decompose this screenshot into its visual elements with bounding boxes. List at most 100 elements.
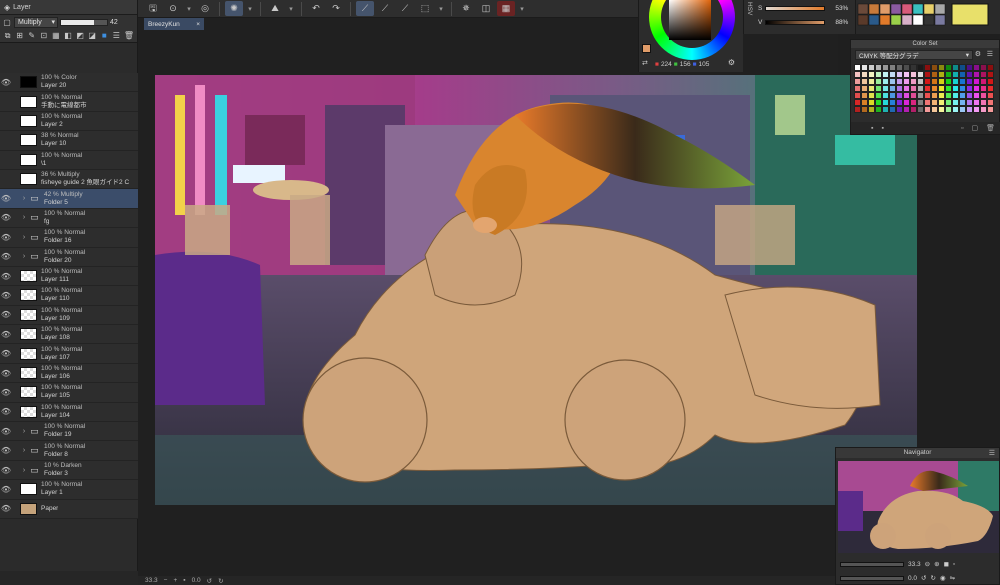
color-set-swatch[interactable] bbox=[889, 78, 896, 85]
color-set-swatch[interactable] bbox=[861, 99, 868, 106]
color-set-swatch[interactable] bbox=[973, 106, 980, 113]
color-set-swatch[interactable] bbox=[868, 64, 875, 71]
color-set-swatch[interactable] bbox=[924, 99, 931, 106]
navigator-angle-slider[interactable] bbox=[840, 575, 904, 581]
chevron-down-icon[interactable]: ▾ bbox=[286, 1, 296, 16]
color-set-swatch[interactable] bbox=[854, 99, 861, 106]
color-set-swatch[interactable] bbox=[854, 106, 861, 113]
color-set-swatch[interactable] bbox=[910, 64, 917, 71]
eye-icon[interactable]: 👁 bbox=[0, 500, 12, 518]
fill-icon[interactable]: ⛰ bbox=[266, 1, 284, 16]
layer-lock-toggle[interactable] bbox=[12, 228, 20, 246]
eye-icon[interactable]: 👁 bbox=[0, 383, 12, 401]
clip-icon[interactable]: ⧉ bbox=[3, 31, 12, 41]
visibility-toggle-icon[interactable]: ◩ bbox=[76, 31, 85, 41]
saturation-slider[interactable] bbox=[765, 5, 826, 11]
saturation-value-square[interactable] bbox=[669, 0, 711, 40]
color-set-swatch[interactable] bbox=[938, 78, 945, 85]
rotate-right-icon[interactable]: ↻ bbox=[931, 574, 936, 582]
color-set-swatch[interactable] bbox=[980, 78, 987, 85]
layer-folder-row[interactable]: 👁 › ▭ 100 % Normal Folder 20 bbox=[0, 247, 138, 267]
color-set-swatch[interactable] bbox=[987, 92, 994, 99]
navigator-zoom-value[interactable]: 33.3 bbox=[908, 561, 921, 568]
layer-row[interactable]: 👁 100 % Normal Layer 109 bbox=[0, 305, 138, 326]
save-icon[interactable]: 🖫 bbox=[144, 1, 162, 16]
color-set-select[interactable]: CMYK 等配分グラデ ▾ bbox=[855, 50, 973, 60]
color-set-swatch[interactable] bbox=[973, 71, 980, 78]
color-set-swatch[interactable] bbox=[980, 64, 987, 71]
zoom-out-icon[interactable]: ⊖ bbox=[925, 560, 930, 568]
layer-row[interactable]: 38 % Normal Layer 10 bbox=[0, 131, 138, 151]
layer-type-icon[interactable]: ▢ bbox=[2, 17, 12, 27]
color-set-swatch[interactable] bbox=[931, 64, 938, 71]
layer-lock-toggle[interactable] bbox=[12, 403, 20, 421]
color-set-swatch[interactable] bbox=[910, 78, 917, 85]
color-set-swatch[interactable] bbox=[875, 106, 882, 113]
color-set-swatch[interactable] bbox=[910, 71, 917, 78]
history-swatch[interactable] bbox=[912, 3, 924, 15]
color-set-swatch[interactable] bbox=[987, 71, 994, 78]
color-set-swatch[interactable] bbox=[931, 71, 938, 78]
color-set-swatch[interactable] bbox=[903, 99, 910, 106]
zoom-icon[interactable]: ◎ bbox=[196, 1, 214, 16]
color-set-swatch[interactable] bbox=[924, 71, 931, 78]
layer-row[interactable]: 100 % Normal \1 bbox=[0, 150, 138, 170]
color-set-swatch[interactable] bbox=[945, 85, 952, 92]
color-set-swatch[interactable] bbox=[917, 64, 924, 71]
color-set-swatch[interactable] bbox=[987, 64, 994, 71]
layer-lock-toggle[interactable] bbox=[12, 500, 20, 518]
layer-row[interactable]: 100 % Normal 手動に電線都市 bbox=[0, 92, 138, 112]
history-swatch[interactable] bbox=[912, 14, 924, 26]
chevron-right-icon[interactable]: › bbox=[20, 253, 28, 260]
color-set-swatch[interactable] bbox=[980, 106, 987, 113]
layer-folder-row[interactable]: 👁 › ▭ 100 % Normal fg bbox=[0, 208, 138, 229]
color-set-swatch[interactable] bbox=[917, 78, 924, 85]
color-set-swatch[interactable] bbox=[966, 78, 973, 85]
color-set-swatch[interactable] bbox=[987, 99, 994, 106]
eye-icon[interactable]: 👁 bbox=[0, 364, 12, 382]
eye-icon[interactable] bbox=[0, 170, 12, 188]
chevron-right-icon[interactable]: › bbox=[20, 447, 28, 454]
history-swatch[interactable] bbox=[890, 14, 902, 26]
layer-row[interactable]: 100 % Normal Layer 2 bbox=[0, 111, 138, 132]
eye-icon[interactable]: 👁 bbox=[0, 73, 12, 91]
color-set-swatch[interactable] bbox=[882, 106, 889, 113]
color-set-swatch[interactable] bbox=[917, 92, 924, 99]
history-swatch[interactable] bbox=[901, 14, 913, 26]
color-set-swatch[interactable] bbox=[924, 85, 931, 92]
color-set-swatch[interactable] bbox=[910, 99, 917, 106]
color-set-swatch[interactable] bbox=[924, 64, 931, 71]
layer-lock-toggle[interactable] bbox=[12, 151, 20, 169]
flip-icon[interactable]: ⇋ bbox=[950, 574, 955, 582]
history-swatch[interactable] bbox=[934, 14, 946, 26]
layer-lock-toggle[interactable] bbox=[12, 112, 20, 130]
layer-folder-row[interactable]: 👁 › ▭ 100 % Normal Folder 16 bbox=[0, 228, 138, 248]
color-set-swatch[interactable] bbox=[924, 106, 931, 113]
color-set-swatch[interactable] bbox=[917, 99, 924, 106]
color-set-swatch[interactable] bbox=[854, 71, 861, 78]
color-set-swatch[interactable] bbox=[903, 71, 910, 78]
color-set-swatch[interactable] bbox=[854, 78, 861, 85]
color-set-swatch[interactable] bbox=[910, 106, 917, 113]
color-set-swatch[interactable] bbox=[889, 71, 896, 78]
new-set-icon[interactable]: ▢ bbox=[971, 124, 978, 132]
color-set-swatch[interactable] bbox=[882, 71, 889, 78]
navigator-preview[interactable] bbox=[838, 461, 999, 553]
list-icon[interactable]: ☰ bbox=[112, 31, 121, 41]
color-set-swatch[interactable] bbox=[861, 78, 868, 85]
layer-lock-toggle[interactable] bbox=[12, 325, 20, 343]
grid-icon[interactable]: ▦ bbox=[497, 1, 515, 16]
color-set-swatch[interactable] bbox=[980, 92, 987, 99]
layer-row[interactable]: 👁 100 % Normal Layer 111 bbox=[0, 266, 138, 287]
chevron-right-icon[interactable]: › bbox=[20, 467, 28, 474]
color-set-swatch[interactable] bbox=[882, 64, 889, 71]
trash-icon[interactable]: 🗑 bbox=[124, 31, 134, 41]
color-set-swatch[interactable] bbox=[861, 92, 868, 99]
color-set-swatch[interactable] bbox=[945, 99, 952, 106]
saturation-value[interactable]: 53% bbox=[828, 5, 848, 12]
eye-icon[interactable]: 👁 bbox=[0, 344, 12, 362]
color-set-swatch[interactable] bbox=[917, 106, 924, 113]
color-set-swatch[interactable] bbox=[882, 92, 889, 99]
color-set-swatch[interactable] bbox=[889, 85, 896, 92]
color-set-swatch[interactable] bbox=[875, 85, 882, 92]
